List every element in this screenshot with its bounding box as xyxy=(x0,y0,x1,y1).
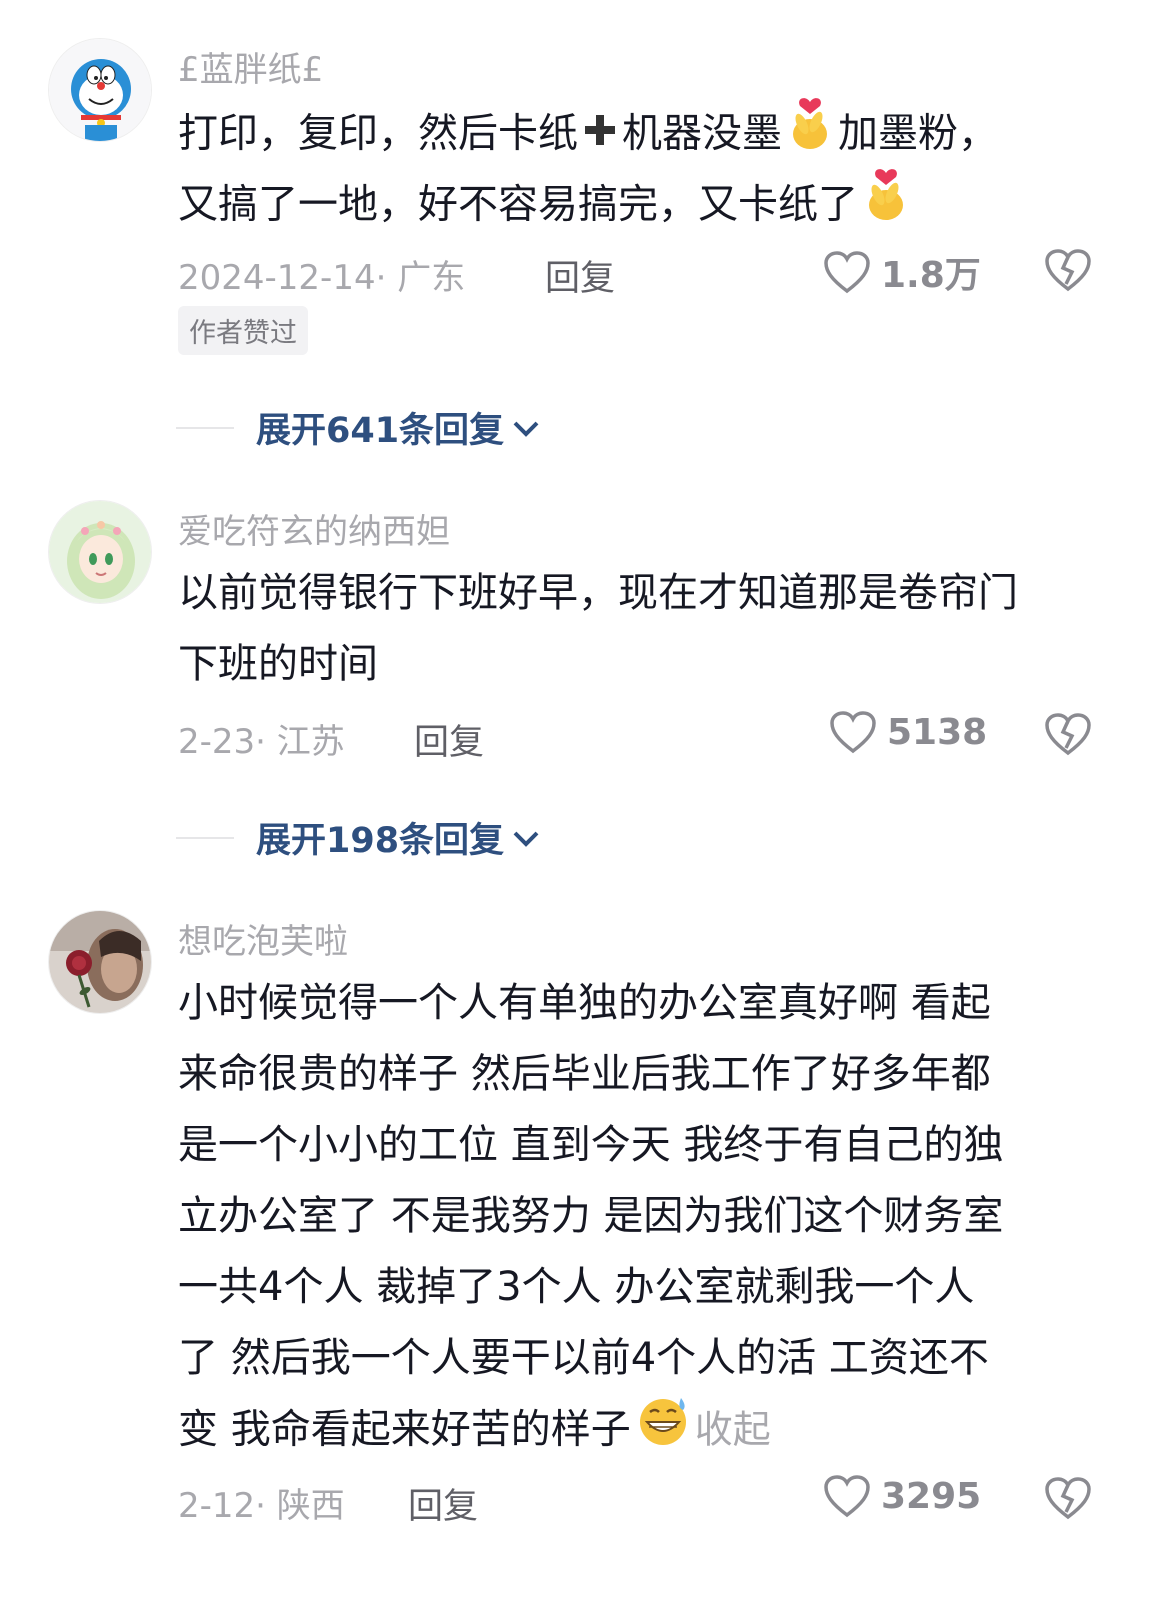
comment-text-segment: 机器没墨 xyxy=(622,110,782,157)
comment-date-location: 2-23· 江苏 xyxy=(178,722,345,762)
divider xyxy=(176,426,234,429)
expand-replies-label: 展开198条回复 xyxy=(256,821,505,861)
doraemon-avatar-icon xyxy=(49,39,151,141)
chevron-down-icon xyxy=(513,831,539,847)
expand-replies-label: 展开641条回复 xyxy=(256,411,505,451)
heart-outline-icon xyxy=(824,1475,870,1518)
like-button[interactable]: 3295 xyxy=(823,1474,981,1518)
broken-heart-icon xyxy=(1045,713,1091,756)
reply-button[interactable]: 回复 xyxy=(414,714,484,765)
comment-text-line: 了 然后我一个人要干以前4个人的活 工资还不 xyxy=(178,1335,989,1381)
comment-text-line: 来命很贵的样子 然后毕业后我工作了好多年都 xyxy=(178,1051,991,1097)
comment-text: 小时候觉得一个人有单独的办公室真好啊 看起 来命很贵的样子 然后毕业后我工作了好… xyxy=(178,968,1118,1465)
like-count: 1.8万 xyxy=(881,255,981,296)
finger-heart-emoji-icon xyxy=(786,96,834,175)
comment-text-line: 打印，复印，然后卡纸 机器没墨 加墨粉， xyxy=(178,96,1118,167)
avatar[interactable] xyxy=(48,910,152,1014)
comment-text: 打印，复印，然后卡纸 机器没墨 加墨粉， 又搞了一地，好不容易搞完，又卡纸了 xyxy=(178,96,1118,238)
comment-username[interactable]: 想吃泡芙啦 xyxy=(178,914,348,963)
grinning-sweat-emoji-icon xyxy=(635,1394,691,1469)
like-count: 3295 xyxy=(881,1475,982,1517)
like-button[interactable]: 5138 xyxy=(829,710,987,754)
comment-date-location: 2-12· 陕西 xyxy=(178,1486,345,1526)
like-button[interactable]: 1.8万 xyxy=(823,246,981,298)
comment-text-line: 又搞了一地，好不容易搞完，又卡纸了 xyxy=(178,167,1118,238)
comment-text-segment: 打印，复印，然后卡纸 xyxy=(178,110,578,157)
divider xyxy=(176,836,234,839)
rose-photo-avatar-icon xyxy=(49,911,151,1013)
reply-button[interactable]: 回复 xyxy=(408,1478,478,1529)
expand-replies-button[interactable]: 展开198条回复 xyxy=(176,812,542,863)
comment-text: 以前觉得银行下班好早，现在才知道那是卷帘门 下班的时间 xyxy=(178,558,1118,700)
collapse-button[interactable]: 收起 xyxy=(695,1408,771,1452)
comment-text-line: 以前觉得银行下班好早，现在才知道那是卷帘门 xyxy=(178,570,1018,616)
comment-username[interactable]: 爱吃符玄的纳西妲 xyxy=(178,504,450,553)
author-liked-badge: 作者赞过 xyxy=(178,306,308,355)
comment-text-line: 下班的时间 xyxy=(178,641,378,687)
avatar[interactable] xyxy=(48,500,152,604)
comment-text-line: 立办公室了 不是我努力 是因为我们这个财务室 xyxy=(178,1193,1004,1239)
dislike-button[interactable] xyxy=(1044,1476,1092,1524)
comment-item: £蓝胖纸£ 打印，复印，然后卡纸 机器没墨 加墨粉， 又搞了一地，好不容易搞完，又卡… xyxy=(0,0,1170,470)
heart-outline-icon xyxy=(830,711,876,754)
heart-outline-icon xyxy=(824,251,870,294)
comment-text-segment: 变 我命看起来好苦的样子 xyxy=(178,1406,631,1453)
chevron-down-icon xyxy=(513,421,539,437)
dislike-button[interactable] xyxy=(1044,248,1092,296)
dislike-button[interactable] xyxy=(1044,712,1092,760)
comment-text-segment: 又搞了一地，好不容易搞完，又卡纸了 xyxy=(178,181,858,228)
comment-text-line: 一共4个人 裁掉了3个人 办公室就剩我一个人 xyxy=(178,1264,975,1310)
like-count: 5138 xyxy=(887,711,988,753)
reply-button[interactable]: 回复 xyxy=(545,250,615,301)
expand-replies-button[interactable]: 展开641条回复 xyxy=(176,402,542,453)
finger-heart-emoji-icon xyxy=(862,167,910,246)
comment-username[interactable]: £蓝胖纸£ xyxy=(178,42,323,91)
comment-text-segment: 加墨粉， xyxy=(838,110,998,157)
avatar[interactable] xyxy=(48,38,152,142)
broken-heart-icon xyxy=(1045,1477,1091,1520)
anime-girl-avatar-icon xyxy=(49,501,151,603)
plus-emoji-icon xyxy=(582,100,618,171)
comment-text-line: 变 我命看起来好苦的样子 收起 xyxy=(178,1394,1118,1465)
comment-text-line: 是一个小小的工位 直到今天 我终于有自己的独 xyxy=(178,1122,1004,1168)
broken-heart-icon xyxy=(1045,249,1091,292)
comment-text-line: 小时候觉得一个人有单独的办公室真好啊 看起 xyxy=(178,980,991,1026)
comment-date-location: 2024-12-14· 广东 xyxy=(178,258,466,298)
